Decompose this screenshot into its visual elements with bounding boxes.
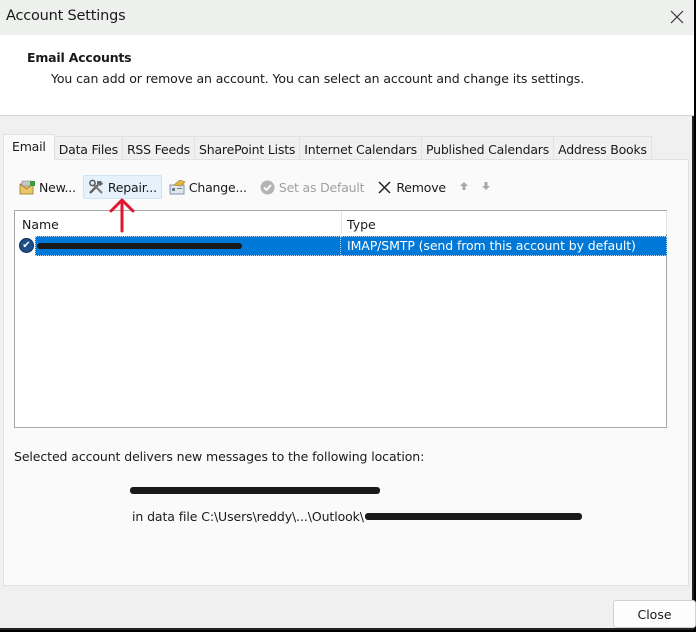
tab-strip: Email Data Files RSS Feeds SharePoint Li…: [3, 134, 652, 160]
remove-x-icon: [376, 179, 393, 195]
new-account-icon: [19, 179, 36, 195]
column-header-name[interactable]: Name: [22, 217, 59, 232]
data-file-prefix: in data file C:\Users\reddy\...\Outlook\: [132, 509, 364, 524]
close-icon[interactable]: [666, 6, 688, 28]
repair-tools-icon: [88, 179, 105, 195]
checkmark-circle-icon: [259, 179, 276, 195]
tab-email[interactable]: Email: [3, 134, 55, 160]
redacted-data-file-name: [364, 513, 582, 520]
delivery-location-label: Selected account delivers new messages t…: [14, 449, 425, 464]
tab-published-calendars[interactable]: Published Calendars: [420, 136, 555, 160]
tab-address-books[interactable]: Address Books: [553, 136, 652, 160]
account-list[interactable]: Name Type ✔ IMAP/SMTP (send from this ac…: [14, 210, 667, 428]
header-title: Email Accounts: [27, 50, 132, 65]
default-account-check-icon: ✔: [19, 238, 34, 253]
email-tab-panel: New... Repair... Change... Set as Defaul…: [3, 159, 689, 586]
account-type-text: IMAP/SMTP (send from this account by def…: [347, 238, 636, 253]
column-header-type[interactable]: Type: [347, 217, 376, 232]
toolbar: New... Repair... Change... Set as Defaul…: [14, 175, 497, 199]
redacted-inbox-path: [130, 487, 380, 494]
arrow-down-icon[interactable]: [481, 181, 491, 194]
remove-button-label: Remove: [396, 179, 446, 195]
redacted-account-name: [37, 243, 242, 249]
header-panel: Email Accounts You can add or remove an …: [0, 35, 694, 116]
tab-rss-feeds[interactable]: RSS Feeds: [121, 136, 195, 160]
change-button-label: Change...: [188, 179, 247, 195]
set-as-default-label: Set as Default: [278, 179, 365, 195]
change-button[interactable]: Change...: [164, 175, 252, 199]
repair-button[interactable]: Repair...: [82, 175, 162, 199]
tab-sharepoint-lists[interactable]: SharePoint Lists: [194, 136, 301, 160]
remove-button[interactable]: Remove: [371, 175, 451, 199]
new-button-label: New...: [39, 179, 76, 195]
column-divider[interactable]: [341, 211, 342, 234]
account-row[interactable]: ✔ IMAP/SMTP (send from this account by d…: [17, 236, 667, 256]
title-bar: Account Settings: [0, 0, 694, 35]
tab-data-files[interactable]: Data Files: [53, 136, 123, 160]
data-file-line: in data file C:\Users\reddy\...\Outlook\: [132, 509, 582, 524]
column-divider[interactable]: [666, 211, 667, 234]
header-description: You can add or remove an account. You ca…: [51, 71, 585, 86]
new-button[interactable]: New...: [14, 175, 81, 199]
set-as-default-button[interactable]: Set as Default: [254, 175, 370, 199]
arrow-up-icon[interactable]: [459, 181, 469, 194]
repair-button-label: Repair...: [107, 179, 157, 195]
account-settings-dialog: Account Settings Email Accounts You can …: [0, 0, 696, 630]
tab-internet-calendars[interactable]: Internet Calendars: [299, 136, 422, 160]
close-button[interactable]: Close: [613, 600, 696, 628]
change-account-icon: [169, 179, 186, 195]
window-title: Account Settings: [6, 8, 126, 24]
red-annotation-arrow-icon: [109, 198, 135, 233]
